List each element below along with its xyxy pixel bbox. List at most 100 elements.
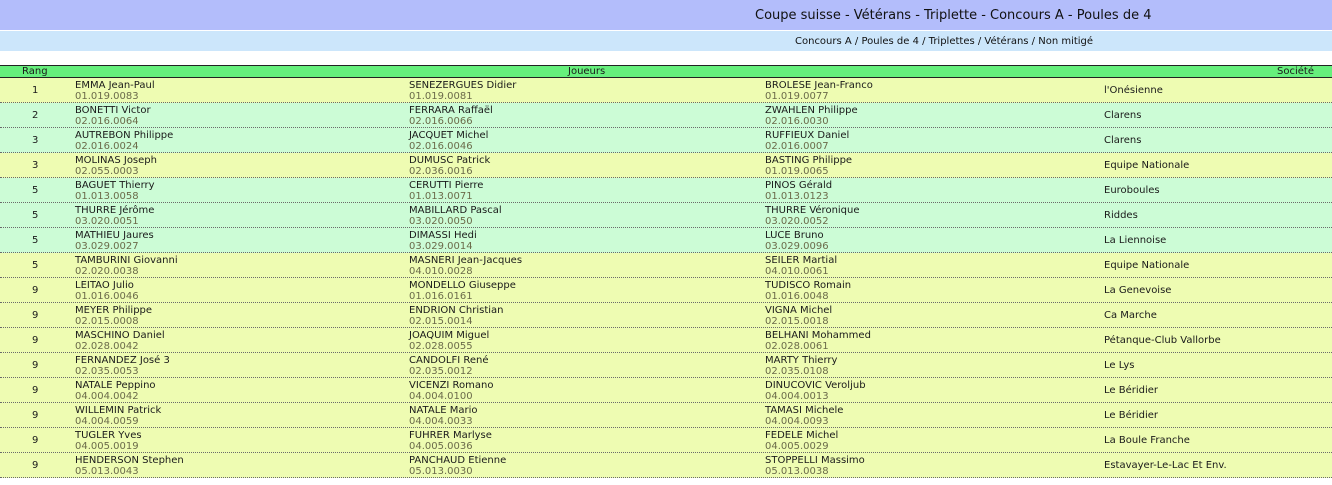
rank-cell: 9 — [32, 310, 39, 321]
player-cell: BELHANI Mohammed 02.028.0061 — [765, 330, 871, 352]
player-cell: VICENZI Romano 04.004.0100 — [409, 380, 494, 402]
column-header-club: Société — [1277, 66, 1314, 77]
player-name: EMMA Jean-Paul — [75, 80, 155, 91]
column-header-players: Joueurs — [568, 66, 606, 77]
player-license: 01.016.0046 — [75, 291, 139, 302]
player-license: 02.035.0012 — [409, 366, 473, 377]
player-cell: THURRE Véronique 03.020.0052 — [765, 205, 860, 227]
player-license: 02.020.0038 — [75, 266, 139, 277]
table-row: 3 AUTREBON Philippe 02.016.0024 JACQUET Mic… — [0, 128, 1332, 153]
player-license: 03.020.0051 — [75, 216, 139, 227]
player-cell: THURRE Jérôme 03.020.0051 — [75, 205, 154, 227]
club-cell: La Boule Franche — [1104, 435, 1190, 446]
player-cell: WILLEMIN Patrick 04.004.0059 — [75, 405, 161, 427]
player-license: 04.010.0028 — [409, 266, 473, 277]
player-cell: TAMASI Michele 04.004.0093 — [765, 405, 843, 427]
player-license: 02.036.0016 — [409, 166, 473, 177]
player-license: 02.055.0003 — [75, 166, 139, 177]
club-cell: Pétanque-Club Vallorbe — [1104, 335, 1221, 346]
player-license: 01.013.0058 — [75, 191, 139, 202]
player-name: TUGLER Yves — [75, 430, 142, 441]
player-name: FERNANDEZ José 3 — [75, 355, 170, 366]
player-name: SENEZERGUES Didier — [409, 80, 517, 91]
player-cell: MASCHINO Daniel 02.028.0042 — [75, 330, 165, 352]
rank-cell: 3 — [32, 135, 39, 146]
player-cell: MONDELLO Giuseppe 01.016.0161 — [409, 280, 516, 302]
player-name: VIGNA Michel — [765, 305, 833, 316]
player-license: 02.016.0024 — [75, 141, 139, 152]
player-license: 04.005.0029 — [765, 441, 829, 452]
rank-cell: 9 — [32, 335, 39, 346]
player-cell: TUDISCO Romain 01.016.0048 — [765, 280, 851, 302]
player-cell: BASTING Philippe 01.019.0065 — [765, 155, 852, 177]
page-title: Coupe suisse - Vétérans - Triplette - Co… — [755, 8, 1152, 23]
player-name: JOAQUIM Miguel — [409, 330, 490, 341]
player-name: BROLESE Jean-Franco — [765, 80, 873, 91]
player-cell: HENDERSON Stephen 05.013.0043 — [75, 455, 184, 477]
player-name: FUHRER Marlyse — [409, 430, 492, 441]
player-cell: CERUTTI Pierre 01.013.0071 — [409, 180, 483, 202]
table-row: 5 THURRE Jérôme 03.020.0051 MABILLARD Pasca… — [0, 203, 1332, 228]
player-cell: PANCHAUD Etienne 05.013.0030 — [409, 455, 506, 477]
table-row: 9 WILLEMIN Patrick 04.004.0059 NATALE Mario… — [0, 403, 1332, 428]
rank-cell: 9 — [32, 385, 39, 396]
player-name: DIMASSI Hedi — [409, 230, 477, 241]
player-name: MABILLARD Pascal — [409, 205, 502, 216]
table-row: 9 MASCHINO Daniel 02.028.0042 JOAQUIM Migue… — [0, 328, 1332, 353]
player-cell: DUMUSC Patrick 02.036.0016 — [409, 155, 490, 177]
club-cell: Equipe Nationale — [1104, 260, 1190, 271]
player-license: 02.016.0046 — [409, 141, 473, 152]
player-cell: RUFFIEUX Daniel 02.016.0007 — [765, 130, 849, 152]
player-cell: BONETTI Victor 02.016.0064 — [75, 105, 151, 127]
player-license: 01.013.0071 — [409, 191, 473, 202]
breadcrumb: Concours A / Poules de 4 / Triplettes / … — [795, 36, 1094, 47]
player-license: 01.016.0048 — [765, 291, 829, 302]
player-license: 05.013.0038 — [765, 466, 829, 477]
player-name: TAMBURINI Giovanni — [75, 255, 178, 266]
rank-cell: 2 — [32, 110, 39, 121]
club-cell: Equipe Nationale — [1104, 160, 1190, 171]
player-license: 01.016.0161 — [409, 291, 473, 302]
player-cell: PINOS Gérald 01.013.0123 — [765, 180, 832, 202]
player-cell: FERNANDEZ José 3 02.035.0053 — [75, 355, 170, 377]
player-name: LEITAO Julio — [75, 280, 134, 291]
player-license: 02.028.0061 — [765, 341, 829, 352]
rank-cell: 9 — [32, 435, 39, 446]
table-row: 9 NATALE Peppino 04.004.0042 VICENZI Romano… — [0, 378, 1332, 403]
player-name: ZWAHLEN Philippe — [765, 105, 858, 116]
player-cell: LEITAO Julio 01.016.0046 — [75, 280, 139, 302]
player-name: MARTY Thierry — [765, 355, 838, 366]
table-row: 5 BAGUET Thierry 01.013.0058 CERUTTI Pierre… — [0, 178, 1332, 203]
club-cell: Clarens — [1104, 110, 1142, 121]
player-cell: VIGNA Michel 02.015.0018 — [765, 305, 832, 327]
table-header: Rang Joueurs Société — [0, 65, 1332, 78]
player-license: 04.005.0036 — [409, 441, 473, 452]
player-cell: CANDOLFI René 02.035.0012 — [409, 355, 488, 377]
player-cell: MATHIEU Jaures 03.029.0027 — [75, 230, 154, 252]
club-cell: Le Béridier — [1104, 385, 1159, 396]
player-license: 01.019.0081 — [409, 91, 473, 102]
player-license: 01.019.0083 — [75, 91, 139, 102]
player-name: CERUTTI Pierre — [409, 180, 484, 191]
player-license: 04.004.0100 — [409, 391, 473, 402]
player-cell: NATALE Mario 04.004.0033 — [409, 405, 478, 427]
player-license: 04.004.0059 — [75, 416, 139, 427]
player-license: 04.004.0033 — [409, 416, 473, 427]
player-name: CANDOLFI René — [409, 355, 489, 366]
player-name: MASNERI Jean-Jacques — [409, 255, 523, 266]
player-license: 02.016.0064 — [75, 116, 139, 127]
player-name: NATALE Peppino — [75, 380, 156, 391]
player-cell: FEDELE Michel 04.005.0029 — [765, 430, 838, 452]
table-row: 1 EMMA Jean-Paul 01.019.0083 SENEZERGUES Di… — [0, 78, 1332, 103]
rank-cell: 5 — [32, 185, 39, 196]
club-cell: Le Lys — [1104, 360, 1135, 371]
player-cell: BROLESE Jean-Franco 01.019.0077 — [765, 80, 873, 102]
player-name: THURRE Véronique — [765, 205, 860, 216]
player-cell: DIMASSI Hedi 03.029.0014 — [409, 230, 477, 252]
player-name: PINOS Gérald — [765, 180, 833, 191]
player-license: 01.013.0123 — [765, 191, 829, 202]
table-row: 2 BONETTI Victor 02.016.0064 FERRARA Raffaë… — [0, 103, 1332, 128]
player-license: 03.020.0050 — [409, 216, 473, 227]
player-name: MONDELLO Giuseppe — [409, 280, 516, 291]
player-name: THURRE Jérôme — [75, 205, 155, 216]
